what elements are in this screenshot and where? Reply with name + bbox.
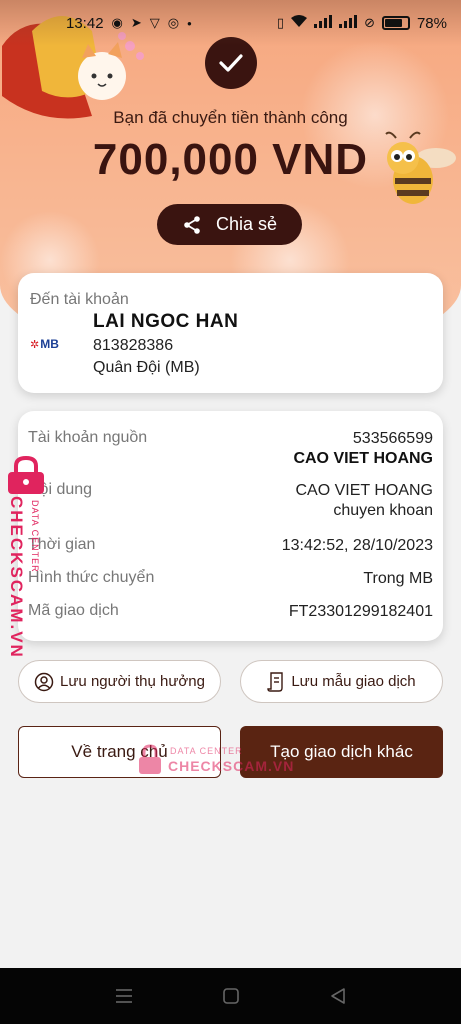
system-nav-bar bbox=[0, 968, 461, 1024]
signal-2-icon bbox=[339, 15, 358, 31]
dots-icon: • bbox=[187, 15, 192, 31]
mb-bank-logo: ✲ MB bbox=[30, 337, 59, 351]
receipt-icon bbox=[267, 671, 284, 692]
time-value: 13:42:52, 28/10/2023 bbox=[281, 537, 433, 554]
transaction-id-value: FT23301299182401 bbox=[288, 603, 433, 620]
source-account: 533566599 bbox=[352, 430, 433, 447]
destination-label: Đến tài khoản bbox=[30, 291, 129, 308]
back-triangle-icon[interactable] bbox=[329, 987, 347, 1005]
data-saver-icon: ⊘ bbox=[364, 15, 375, 30]
battery-percent: 78% bbox=[416, 14, 447, 32]
content-line-1: CAO VIET HOANG bbox=[295, 482, 433, 499]
source-name: CAO VIET HOANG bbox=[293, 450, 433, 467]
share-icon bbox=[184, 215, 200, 234]
user-circle-icon bbox=[34, 672, 54, 691]
recipient-bank: Quân Đội (MB) bbox=[93, 359, 200, 376]
star-icon: ✲ bbox=[30, 338, 40, 351]
recipient-account: 813828386 bbox=[93, 337, 174, 354]
share-label: Chia sẻ bbox=[215, 214, 278, 234]
recipient-name: LAI NGOC HAN bbox=[93, 311, 239, 332]
share-button[interactable]: Chia sẻ bbox=[157, 204, 302, 245]
transfer-amount: 700,000 VND bbox=[92, 135, 369, 184]
success-message: Bạn đã chuyển tiền thành công bbox=[113, 108, 348, 127]
transaction-id-label: Mã giao dịch bbox=[28, 602, 119, 619]
save-beneficiary-label: Lưu người thụ hưởng bbox=[60, 673, 205, 690]
destination-card: Đến tài khoản ✲ MB LAI NGOC HAN 813828386… bbox=[18, 273, 443, 393]
transaction-detail-card: Tài khoản nguồn 533566599 CAO VIET HOANG… bbox=[18, 411, 443, 641]
menu-icon[interactable] bbox=[115, 988, 133, 1004]
method-value: Trong MB bbox=[363, 570, 433, 587]
save-beneficiary-button[interactable]: Lưu người thụ hưởng bbox=[18, 660, 221, 703]
new-transaction-button[interactable]: Tạo giao dịch khác bbox=[240, 726, 443, 778]
home-button[interactable]: Về trang chủ bbox=[18, 726, 221, 778]
vibrate-icon: ▯ bbox=[276, 15, 285, 30]
save-template-button[interactable]: Lưu mẫu giao dịch bbox=[240, 660, 443, 703]
method-label: Hình thức chuyển bbox=[28, 569, 155, 586]
messenger-icon: ◉ bbox=[111, 15, 123, 30]
home-square-icon[interactable] bbox=[222, 987, 240, 1005]
content-line-2: chuyen khoan bbox=[333, 502, 433, 519]
status-bar: 13:42 ◉ ➤ ▽ ◎ • ▯ ⊘ 78% bbox=[0, 0, 461, 46]
new-transaction-label: Tạo giao dịch khác bbox=[270, 742, 413, 761]
source-label: Tài khoản nguồn bbox=[28, 429, 148, 446]
time-label: Thời gian bbox=[28, 536, 96, 553]
status-time: 13:42 bbox=[66, 14, 104, 32]
home-label: Về trang chủ bbox=[71, 742, 168, 761]
app-icon: ◎ bbox=[167, 15, 180, 30]
wifi-icon bbox=[291, 15, 308, 31]
vpn-icon: ▽ bbox=[149, 15, 160, 30]
content-label: Nội dung bbox=[28, 481, 93, 498]
save-template-label: Lưu mẫu giao dịch bbox=[291, 673, 416, 690]
signal-icon bbox=[314, 15, 333, 31]
battery-icon bbox=[381, 16, 410, 30]
telegram-icon: ➤ bbox=[130, 15, 142, 30]
